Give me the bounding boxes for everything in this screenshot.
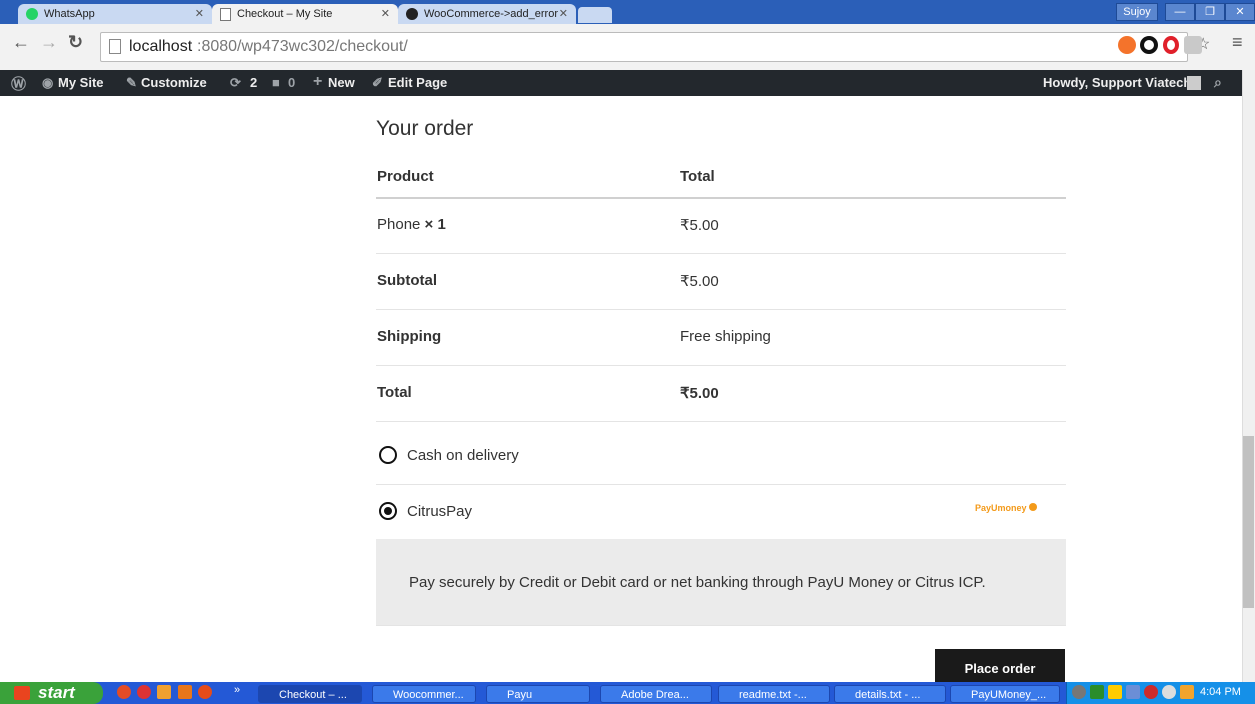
column-product: Product	[377, 168, 434, 185]
tab-label: Checkout – My Site	[237, 8, 333, 20]
divider	[376, 197, 1066, 199]
quicklaunch-icon[interactable]	[178, 685, 192, 699]
customize-link[interactable]: Customize	[141, 75, 207, 90]
total-label: Total	[377, 384, 412, 401]
comments-icon: ■	[272, 75, 280, 90]
divider	[376, 484, 1066, 485]
github-icon	[406, 8, 418, 20]
wordpress-icon[interactable]: Ⓦ	[11, 73, 26, 94]
task-readme[interactable]: readme.txt -...	[718, 685, 830, 703]
opera-icon[interactable]	[1163, 36, 1179, 54]
firefox-icon[interactable]	[198, 685, 212, 699]
close-icon[interactable]: ✕	[381, 7, 390, 20]
browser-tab-strip: WhatsApp ✕ Checkout – My Site ✕ WooComme…	[0, 0, 1255, 24]
extension-icon[interactable]	[1140, 36, 1158, 54]
url-path: :8080/wp473wc302/checkout/	[197, 38, 408, 55]
shipping-label: Shipping	[377, 328, 442, 345]
payumoney-logo: PayUmoney	[975, 503, 1038, 513]
minimize-button[interactable]: —	[1165, 3, 1195, 21]
payment-method-citrus-label[interactable]: CitrusPay	[407, 503, 472, 520]
item-total: ₹5.00	[680, 217, 719, 234]
tray-icon[interactable]	[1090, 685, 1104, 699]
browser-toolbar: ← → ↻ localhost :8080/wp473wc302/checkou…	[0, 24, 1255, 71]
brush-icon: ✎	[126, 75, 137, 90]
forward-icon[interactable]: →	[40, 32, 58, 53]
new-tab-button[interactable]	[578, 7, 612, 23]
tab-checkout[interactable]: Checkout – My Site ✕	[212, 4, 398, 24]
page-icon	[109, 39, 121, 54]
tray-icon[interactable]	[1180, 685, 1194, 699]
menu-icon[interactable]: ≡	[1232, 32, 1243, 53]
updates-count[interactable]: 2	[250, 75, 257, 90]
task-woocommerce[interactable]: Woocommer...	[372, 685, 476, 703]
clock: 4:04 PM	[1200, 686, 1241, 698]
back-icon[interactable]: ←	[12, 32, 30, 53]
url-host: localhost	[129, 38, 193, 55]
tray-icon[interactable]	[1162, 685, 1176, 699]
payment-method-cod-label[interactable]: Cash on delivery	[407, 447, 519, 464]
profile-badge[interactable]: Sujoy	[1116, 3, 1158, 21]
task-details[interactable]: details.txt - ...	[834, 685, 946, 703]
start-label: start	[38, 683, 75, 702]
radio-citruspay[interactable]	[379, 502, 397, 520]
howdy-user[interactable]: Howdy, Support Viatechs	[1043, 75, 1199, 90]
radio-cash-on-delivery[interactable]	[379, 446, 397, 464]
divider	[376, 253, 1066, 254]
page-icon	[220, 7, 231, 21]
subtotal-value: ₹5.00	[680, 273, 719, 290]
search-icon[interactable]: ⌕	[1214, 74, 1222, 91]
order-heading: Your order	[376, 117, 474, 140]
close-window-button[interactable]: ✕	[1225, 3, 1255, 21]
item-qty: × 1	[424, 216, 446, 233]
whatsapp-icon	[26, 8, 38, 20]
extension-icon[interactable]	[1118, 36, 1136, 54]
tray-icon[interactable]	[1126, 685, 1140, 699]
divider	[376, 309, 1066, 310]
quicklaunch-icon[interactable]	[137, 685, 151, 699]
plus-icon: +	[313, 73, 323, 90]
close-icon[interactable]: ✕	[559, 7, 568, 20]
address-bar[interactable]: localhost :8080/wp473wc302/checkout/	[100, 32, 1188, 62]
dashboard-icon: ◉	[42, 75, 54, 90]
task-payu[interactable]: Payu	[486, 685, 590, 703]
task-checkout[interactable]: Checkout – ...	[258, 685, 362, 703]
restore-button[interactable]: ❐	[1195, 3, 1225, 21]
tab-label: WooCommerce->add_error	[424, 8, 558, 20]
edit-page-link[interactable]: Edit Page	[388, 75, 447, 90]
place-order-button[interactable]: Place order	[935, 649, 1065, 682]
scrollbar-thumb[interactable]	[1243, 436, 1254, 608]
tray-icon[interactable]	[1144, 685, 1158, 699]
task-dreamweaver[interactable]: Adobe Drea...	[600, 685, 712, 703]
radio-selected-dot	[384, 507, 392, 515]
column-total: Total	[680, 168, 715, 185]
tab-whatsapp[interactable]: WhatsApp ✕	[18, 4, 212, 24]
payment-description: Pay securely by Credit or Debit card or …	[409, 574, 986, 591]
avatar	[1187, 76, 1201, 90]
tab-woocommerce[interactable]: WooCommerce->add_error ✕	[398, 4, 576, 24]
my-site-link[interactable]: My Site	[58, 75, 104, 90]
comments-count[interactable]: 0	[288, 75, 295, 90]
overflow-chevron-icon[interactable]: »	[234, 684, 240, 696]
chrome-icon[interactable]	[117, 685, 131, 699]
reload-icon[interactable]: ↻	[68, 32, 83, 53]
item-name: Phone × 1	[377, 216, 446, 233]
new-link[interactable]: New	[328, 75, 355, 90]
pencil-icon: ✐	[372, 75, 383, 90]
task-payumoney[interactable]: PayUMoney_...	[950, 685, 1060, 703]
updates-icon: ⟳	[230, 75, 241, 90]
shipping-value: Free shipping	[680, 328, 771, 345]
tab-label: WhatsApp	[44, 8, 95, 20]
divider	[376, 625, 1066, 626]
tray-icon[interactable]	[1072, 685, 1086, 699]
tray-icon[interactable]	[1108, 685, 1122, 699]
total-value: ₹5.00	[680, 385, 719, 402]
divider	[376, 365, 1066, 366]
divider	[376, 421, 1066, 422]
wp-admin-bar: Ⓦ ◉ My Site ✎ Customize ⟳ 2 ■ 0 + New ✐ …	[0, 70, 1242, 96]
windows-logo-icon	[14, 686, 30, 700]
quicklaunch-icon[interactable]	[157, 685, 171, 699]
extension-icon[interactable]	[1184, 36, 1202, 54]
close-icon[interactable]: ✕	[195, 7, 204, 20]
subtotal-label: Subtotal	[377, 272, 437, 289]
